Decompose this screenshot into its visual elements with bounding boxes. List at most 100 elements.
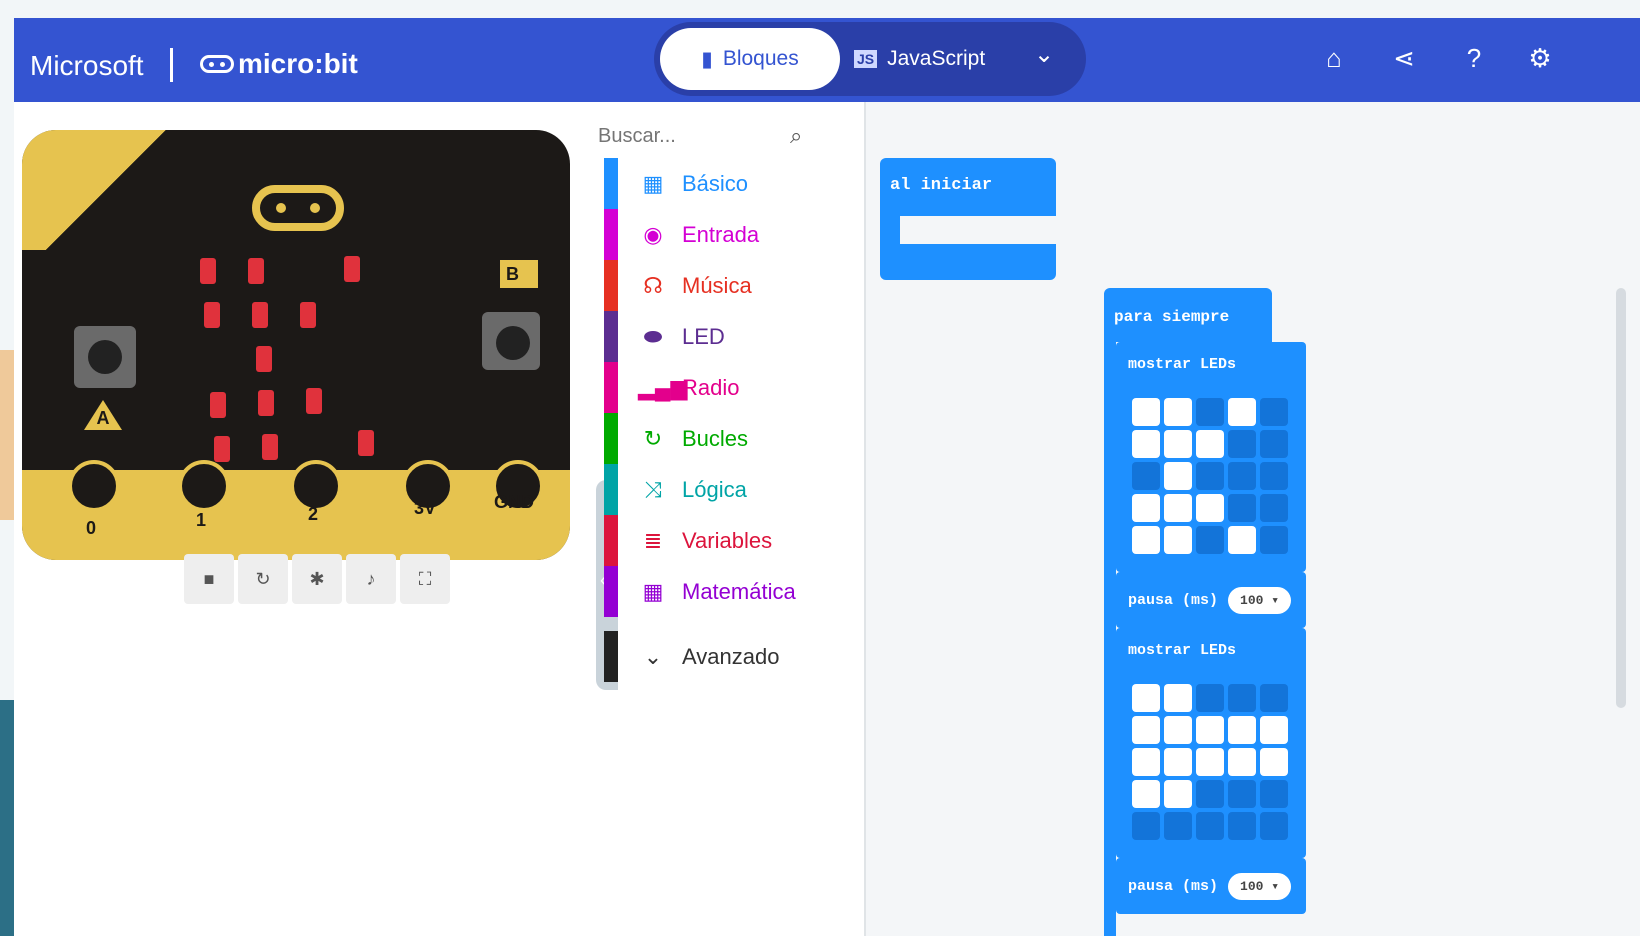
led-cell[interactable]	[1228, 748, 1256, 776]
led-cell[interactable]	[1164, 748, 1192, 776]
led-cell[interactable]	[1260, 494, 1288, 522]
led	[252, 302, 268, 328]
led-cell[interactable]	[1132, 462, 1160, 490]
microbit-simulator[interactable]: A B 0 1 2 3V GND	[22, 130, 570, 560]
led-cell[interactable]	[1260, 716, 1288, 744]
microsoft-logo[interactable]: Microsoft	[30, 50, 144, 82]
led-grid[interactable]	[1132, 398, 1292, 554]
led-cell[interactable]	[1196, 748, 1224, 776]
pause-value-dropdown[interactable]: 100 ▾	[1228, 872, 1292, 900]
led-cell[interactable]	[1132, 748, 1160, 776]
led-cell[interactable]	[1228, 462, 1256, 490]
pin-1[interactable]	[178, 460, 230, 512]
settings-icon[interactable]: ⚙	[1520, 38, 1560, 78]
led-cell[interactable]	[1228, 684, 1256, 712]
category-logica[interactable]: ⤨ Lógica	[604, 464, 864, 515]
led-cell[interactable]	[1196, 462, 1224, 490]
led-cell[interactable]	[1196, 526, 1224, 554]
led-cell[interactable]	[1228, 780, 1256, 808]
pause-block[interactable]: pausa (ms) 100 ▾	[1116, 858, 1306, 914]
button-b[interactable]	[482, 312, 540, 370]
led-cell[interactable]	[1132, 430, 1160, 458]
sound-icon[interactable]: ♪	[346, 554, 396, 604]
tab-blocks[interactable]: ▮ Bloques	[660, 28, 840, 90]
led-cell[interactable]	[1196, 430, 1224, 458]
led-cell[interactable]	[1260, 398, 1288, 426]
led-cell[interactable]	[1196, 684, 1224, 712]
led-cell[interactable]	[1260, 748, 1288, 776]
category-musica[interactable]: ☊ Música	[604, 260, 864, 311]
led-cell[interactable]	[1260, 430, 1288, 458]
blocks-workspace[interactable]: al iniciar para siempre mostrar LEDs pau…	[866, 102, 1640, 936]
category-avanzado[interactable]: ⌄ Avanzado	[604, 631, 864, 682]
button-a[interactable]	[74, 326, 136, 388]
led-cell[interactable]	[1132, 684, 1160, 712]
category-matematica[interactable]: ▦ Matemática	[604, 566, 864, 617]
share-icon[interactable]: ⋖	[1384, 38, 1424, 78]
microbit-board-logo[interactable]	[252, 185, 344, 231]
led-cell[interactable]	[1132, 526, 1160, 554]
category-entrada[interactable]: ◉ Entrada	[604, 209, 864, 260]
led-cell[interactable]	[1196, 494, 1224, 522]
category-bucles[interactable]: ↻ Bucles	[604, 413, 864, 464]
led-cell[interactable]	[1260, 684, 1288, 712]
target-icon: ◉	[643, 221, 663, 247]
led-cell[interactable]	[1132, 716, 1160, 744]
led-cell[interactable]	[1132, 780, 1160, 808]
led-cell[interactable]	[1228, 716, 1256, 744]
led-cell[interactable]	[1228, 494, 1256, 522]
led-cell[interactable]	[1164, 526, 1192, 554]
category-variables[interactable]: ≣ Variables	[604, 515, 864, 566]
signal-icon: ▂▄▆	[638, 374, 688, 400]
search-input[interactable]	[596, 123, 790, 149]
led-cell[interactable]	[1196, 716, 1224, 744]
on-start-block[interactable]: al iniciar	[880, 158, 1056, 286]
pause-label: pausa (ms)	[1128, 591, 1219, 609]
pause-value-dropdown[interactable]: 100 ▾	[1228, 586, 1292, 614]
restart-icon[interactable]: ↻	[238, 554, 288, 604]
led-cell[interactable]	[1164, 780, 1192, 808]
led-cell[interactable]	[1260, 526, 1288, 554]
category-radio[interactable]: ▂▄▆ Radio	[604, 362, 864, 413]
led-cell[interactable]	[1164, 462, 1192, 490]
fullscreen-icon[interactable]: ⛶	[400, 554, 450, 604]
pin-label: 1	[196, 510, 207, 530]
led-cell[interactable]	[1132, 494, 1160, 522]
led-cell[interactable]	[1228, 430, 1256, 458]
led-cell[interactable]	[1196, 780, 1224, 808]
debug-icon[interactable]: ✱	[292, 554, 342, 604]
led-cell[interactable]	[1164, 494, 1192, 522]
pin-0[interactable]	[68, 460, 120, 512]
led-cell[interactable]	[1196, 398, 1224, 426]
led-cell[interactable]	[1164, 716, 1192, 744]
tab-javascript[interactable]: JS JavaScript	[854, 28, 1024, 90]
microbit-logo[interactable]: micro:bit	[200, 48, 358, 80]
led-cell[interactable]	[1228, 526, 1256, 554]
led-cell[interactable]	[1164, 812, 1192, 840]
led-cell[interactable]	[1196, 812, 1224, 840]
logo-separator	[170, 48, 173, 82]
led-cell[interactable]	[1164, 398, 1192, 426]
led-cell[interactable]	[1260, 780, 1288, 808]
led-cell[interactable]	[1132, 398, 1160, 426]
search-icon[interactable]: ⌕	[790, 123, 802, 149]
forever-block[interactable]: para siempre mostrar LEDs pausa (ms) 100…	[1104, 288, 1306, 936]
category-basico[interactable]: ▦ Básico	[604, 158, 864, 209]
pause-block[interactable]: pausa (ms) 100 ▾	[1116, 572, 1306, 628]
led-grid[interactable]	[1132, 684, 1292, 840]
led-cell[interactable]	[1228, 812, 1256, 840]
category-led[interactable]: ⬬ LED	[604, 311, 864, 362]
help-icon[interactable]: ?	[1454, 38, 1494, 78]
chevron-down-icon[interactable]: ⌄	[1034, 40, 1054, 69]
led-cell[interactable]	[1164, 684, 1192, 712]
led-cell[interactable]	[1260, 812, 1288, 840]
simulator-controls: ■ ↻ ✱ ♪ ⛶	[184, 554, 454, 606]
workspace-scrollbar[interactable]	[1616, 288, 1626, 708]
led-cell[interactable]	[1132, 812, 1160, 840]
led-cell[interactable]	[1164, 430, 1192, 458]
led-cell[interactable]	[1260, 462, 1288, 490]
stop-icon[interactable]: ■	[184, 554, 234, 604]
home-icon[interactable]: ⌂	[1314, 38, 1354, 78]
show-leds-label: mostrar LEDs	[1128, 642, 1237, 659]
led-cell[interactable]	[1228, 398, 1256, 426]
